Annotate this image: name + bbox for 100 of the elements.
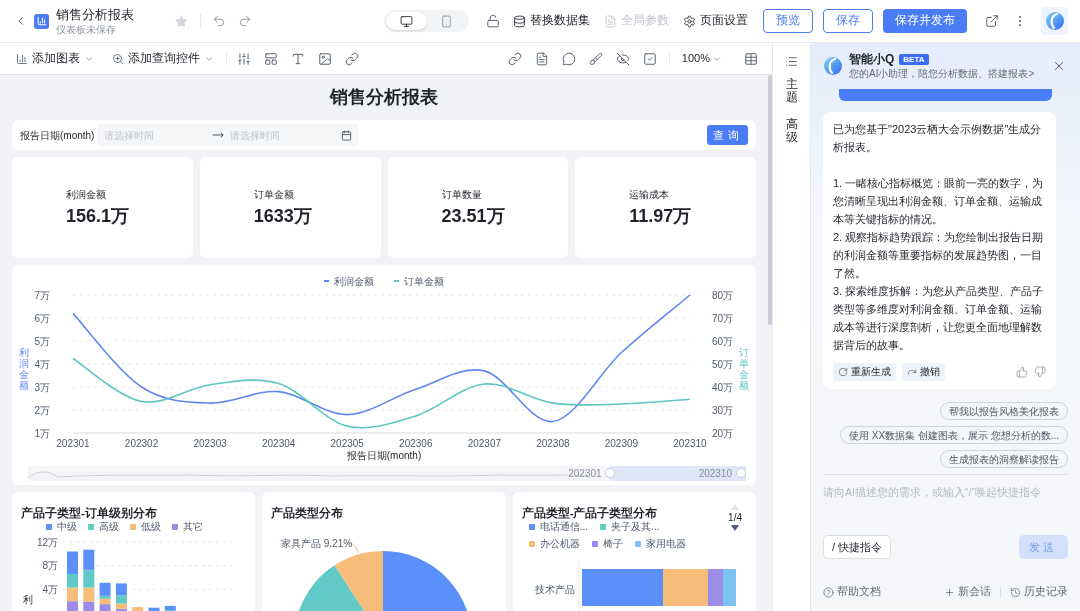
message-action-button[interactable]: 撤销 [902,363,945,381]
legend-label: 办公机器 [539,537,580,551]
bar-chart-icon [16,52,28,65]
brush-icon[interactable] [588,51,603,66]
document-icon[interactable] [534,51,549,66]
zoom-in-icon [112,52,124,65]
filter-label: 报告日期(month) [20,128,95,143]
y-tick-label: 5万 [34,335,50,347]
y-axis-title: 订单金额 [739,347,749,391]
slider-handle[interactable] [604,468,615,478]
panel-tab[interactable]: 高级 [785,118,798,144]
external-link-icon[interactable] [985,14,1000,28]
assistant-name: 智能小Q [849,51,895,67]
redo-icon[interactable] [238,14,253,28]
kpi-label: 订单数量 [441,188,483,202]
kpi-value: 1633万 [253,205,313,228]
x-tick-label: 202304 [262,438,296,449]
toolbar-menu[interactable]: 添加查询控件 [112,49,214,68]
page-down-icon[interactable] [731,525,740,531]
pie-label: 家具产品 9.21% [281,538,353,549]
x-tick-label: 202308 [536,438,570,449]
footer-link[interactable]: 帮助文档 [823,584,881,600]
assistant-avatar[interactable] [1041,7,1068,35]
legend-label: 夹子及其... [611,520,660,534]
undo-icon[interactable] [212,14,227,28]
card-title: 产品类型-产品子类型分布 [521,507,658,519]
tab-panel-icon[interactable] [264,51,278,66]
comment-icon[interactable] [561,51,576,66]
help-icon [823,586,834,598]
legend-label: 低级 [141,520,161,534]
slider-end-label: 202310 [698,467,732,481]
panel-tab[interactable]: 主题 [785,78,798,104]
y-axis-title: 利润金额 [19,347,29,391]
checkbox-icon[interactable] [642,51,657,66]
query-button[interactable]: 查询 [707,125,748,145]
layout-icon[interactable] [237,51,251,66]
assistant-logo-icon [823,56,843,76]
y-tick-label: 1万 [34,427,50,439]
legend-label: 其它 [183,520,203,534]
database-icon [513,14,527,28]
x-axis-title: 报告日期(month) [346,449,422,463]
card-title: 产品子类型-订单级别分布 [21,507,157,519]
image-icon[interactable] [318,51,332,66]
plus-icon [944,586,955,598]
card-title: 产品类型分布 [271,507,344,519]
x-tick-label: 202310 [673,438,707,449]
star-icon[interactable] [175,14,188,28]
y-tick-label: 60万 [712,335,734,347]
document-icon [604,14,618,28]
legend-pager: 1/4 [728,511,742,525]
lock-icon[interactable] [486,14,501,28]
report-title: 销售分析报表 [330,86,438,109]
table-icon[interactable] [744,51,758,66]
message-action-button[interactable]: 重新生成 [833,363,896,381]
logo-mark [1044,11,1065,31]
text-icon[interactable] [291,51,305,66]
link-icon[interactable] [345,51,359,66]
publish-button[interactable]: 保存并发布 [883,9,968,33]
toolbar-action[interactable]: 替换数据集 [513,12,591,30]
thumbs-up-icon[interactable] [1016,366,1028,378]
link-filter-icon[interactable] [507,51,522,66]
message-intro: 已为您基于"2023云栖大会示例数据"生成分析报表。 [833,122,1043,155]
kpi-label: 订单金额 [253,188,295,202]
y-tick-label: 6万 [34,312,50,324]
message-point: 1. 一睹核心指标概览：眼前一亮的数字，为您清晰呈现出利润金额、订单金额、运输成本等关键指标的情况。 [833,176,1045,227]
hide-icon[interactable] [615,51,630,66]
zoom-dropdown[interactable]: 100% [681,50,722,67]
slider-handle[interactable] [736,468,746,478]
legend-label: 椅子 [602,537,623,551]
device-mode-tab[interactable] [386,12,427,30]
footer-link[interactable]: 历史记录 [1010,584,1068,600]
outline-button[interactable]: 预览 [763,9,814,33]
y-tick-label: 12万 [36,536,58,548]
x-tick-label: 202303 [193,438,227,449]
history-icon [1010,586,1021,598]
x-tick-label: 202302 [124,438,159,449]
stacked-bar [67,551,78,611]
outline-button[interactable]: 保存 [823,9,874,33]
stacked-bar [148,607,160,611]
close-icon[interactable] [1052,59,1066,73]
message-point: 2. 观察指标趋势跟踪：为您绘制出报告日期的利润金额等重要指标的发展趋势图，一目了然。 [833,230,1045,281]
legend-label: 电话通信... [539,520,588,534]
legend-label: 中级 [57,520,77,534]
x-tick-label: 202301 [56,438,90,449]
list-icon[interactable] [785,55,798,68]
shortcut-button[interactable]: / 快捷指令 [823,535,892,559]
x-tick-label: 202305 [330,438,364,449]
settings-icon [683,14,697,28]
assistant-tagline: 您的AI小助理，陪您分析数据、搭建报表> [849,66,1035,81]
toolbar-menu[interactable]: 添加图表 [16,49,94,68]
x-tick-label: 202306 [399,438,433,449]
thumbs-down-icon[interactable] [1034,366,1046,378]
scrollbar[interactable] [768,75,772,325]
y-tick-label: 4万 [34,358,50,370]
legend-label: 家用电器 [645,537,686,551]
footer-link[interactable]: 新会话 [944,584,991,600]
dashboard-title: 销售分析报表 [55,6,135,23]
y-tick-label: 40万 [712,381,734,393]
toolbar-action[interactable]: 页面设置 [683,12,749,30]
legend-label: 高级 [99,520,119,534]
